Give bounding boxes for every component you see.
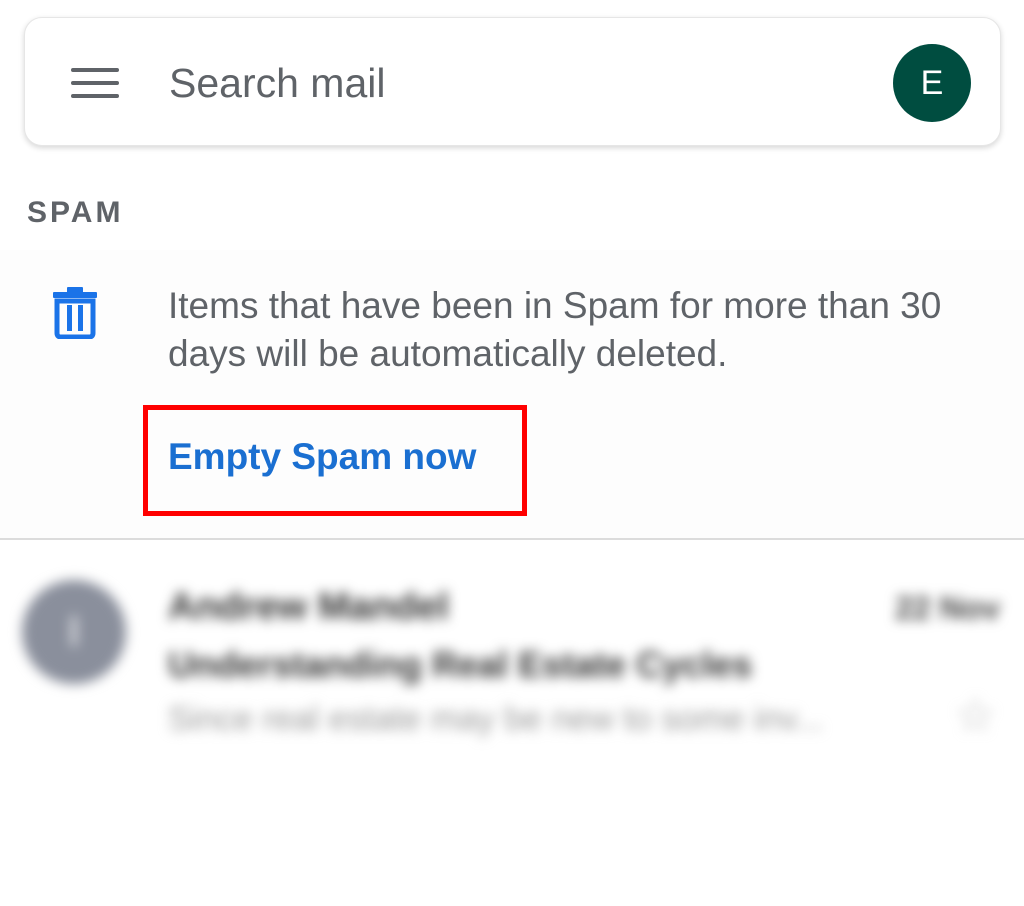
highlight-annotation-box bbox=[143, 405, 527, 516]
email-sender: Andrew Mandel bbox=[168, 586, 449, 628]
account-avatar[interactable]: E bbox=[893, 44, 971, 122]
spam-auto-delete-notice: Items that have been in Spam for more th… bbox=[168, 285, 942, 374]
email-subject: Understanding Real Estate Cycles bbox=[168, 644, 753, 685]
email-snippet: Since real estate may be new to some inv… bbox=[168, 700, 824, 738]
divider bbox=[0, 538, 1024, 540]
trash-icon bbox=[53, 287, 97, 339]
search-input[interactable] bbox=[169, 54, 809, 112]
section-label: SPAM bbox=[27, 196, 124, 229]
star-outline-icon[interactable]: ☆ bbox=[955, 688, 996, 742]
email-list-item[interactable]: I Andrew Mandel 22 Nov Understanding Rea… bbox=[0, 560, 1024, 760]
search-bar: E bbox=[24, 17, 1001, 146]
sender-avatar: I bbox=[22, 580, 126, 684]
hamburger-menu-icon[interactable] bbox=[71, 66, 123, 100]
email-date: 22 Nov bbox=[895, 590, 1000, 626]
